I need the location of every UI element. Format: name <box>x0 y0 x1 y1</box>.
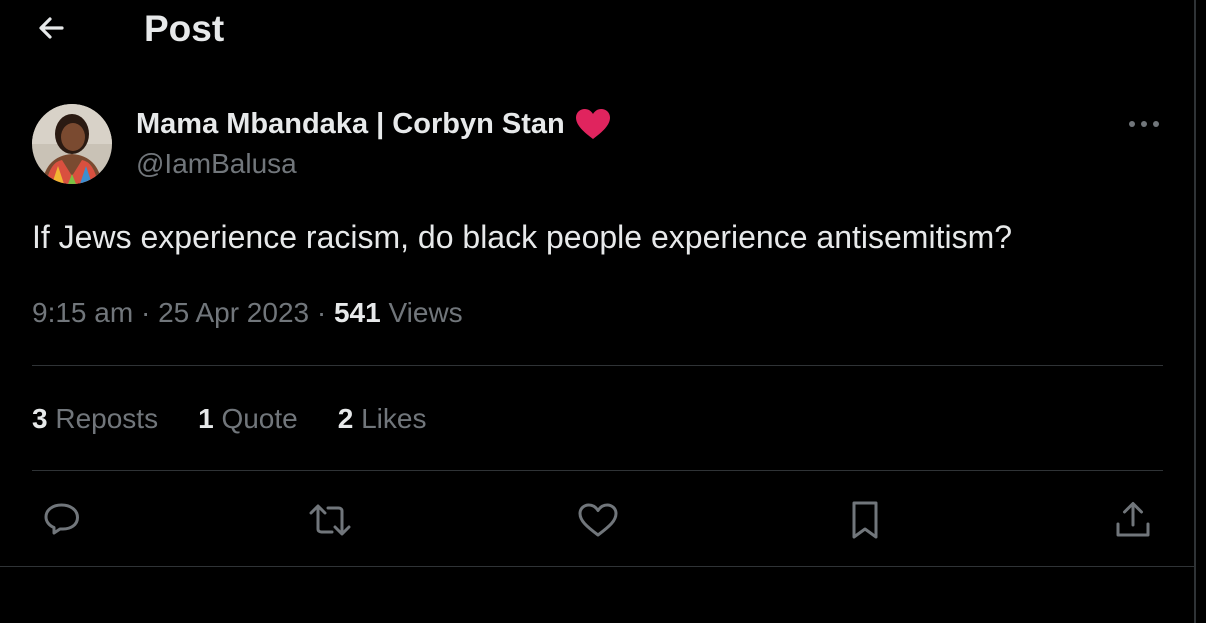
reposts-stat[interactable]: 3 Reposts <box>32 400 158 438</box>
post-text: If Jews experience racism, do black peop… <box>32 219 1013 255</box>
quotes-label: Quote <box>221 403 298 434</box>
arrow-left-icon <box>39 17 64 39</box>
reply-button[interactable] <box>38 496 86 544</box>
share-icon <box>1116 502 1150 537</box>
more-button[interactable] <box>1124 108 1164 140</box>
top-bar: Post <box>0 0 1194 60</box>
bookmark-button[interactable] <box>841 496 889 544</box>
likes-count: 2 <box>337 403 354 434</box>
reposts-label: Reposts <box>55 403 159 434</box>
views-label: Views <box>388 297 463 328</box>
quotes-count: 1 <box>198 403 214 434</box>
bookmark-icon <box>852 501 878 539</box>
meta-separator: · <box>140 297 151 328</box>
repost-icon <box>309 504 351 536</box>
engagement-stats: 3 Reposts 1 Quote 2 Likes <box>32 400 426 438</box>
meta-separator: · <box>316 297 327 328</box>
page-title: Post <box>144 8 225 49</box>
divider <box>32 470 1163 471</box>
reposts-count: 3 <box>32 403 48 434</box>
repost-button[interactable] <box>306 496 354 544</box>
column-border <box>1194 0 1196 623</box>
likes-stat[interactable]: 2 Likes <box>338 400 427 438</box>
reply-icon <box>44 503 79 535</box>
more-horizontal-icon <box>1129 121 1159 127</box>
avatar[interactable] <box>32 104 112 184</box>
quotes-stat[interactable]: 1 Quote <box>198 400 298 438</box>
like-icon <box>578 503 618 537</box>
red-heart-icon <box>575 108 611 140</box>
action-bar <box>0 496 1194 544</box>
author-handle[interactable]: @IamBalusa <box>136 146 297 182</box>
post-time[interactable]: 9:15 am <box>32 297 133 328</box>
divider <box>0 566 1194 567</box>
like-button[interactable] <box>574 496 622 544</box>
back-button[interactable] <box>32 8 72 48</box>
post-meta: 9:15 am · 25 Apr 2023 · 541 Views <box>32 294 463 332</box>
author-row: Mama Mbandaka | Corbyn Stan <box>136 106 611 142</box>
divider <box>32 365 1163 366</box>
likes-label: Likes <box>361 403 427 434</box>
post-date[interactable]: 25 Apr 2023 <box>158 297 309 328</box>
share-button[interactable] <box>1109 496 1157 544</box>
author-name[interactable]: Mama Mbandaka | Corbyn Stan <box>136 106 565 142</box>
views-count: 541 <box>333 297 381 328</box>
